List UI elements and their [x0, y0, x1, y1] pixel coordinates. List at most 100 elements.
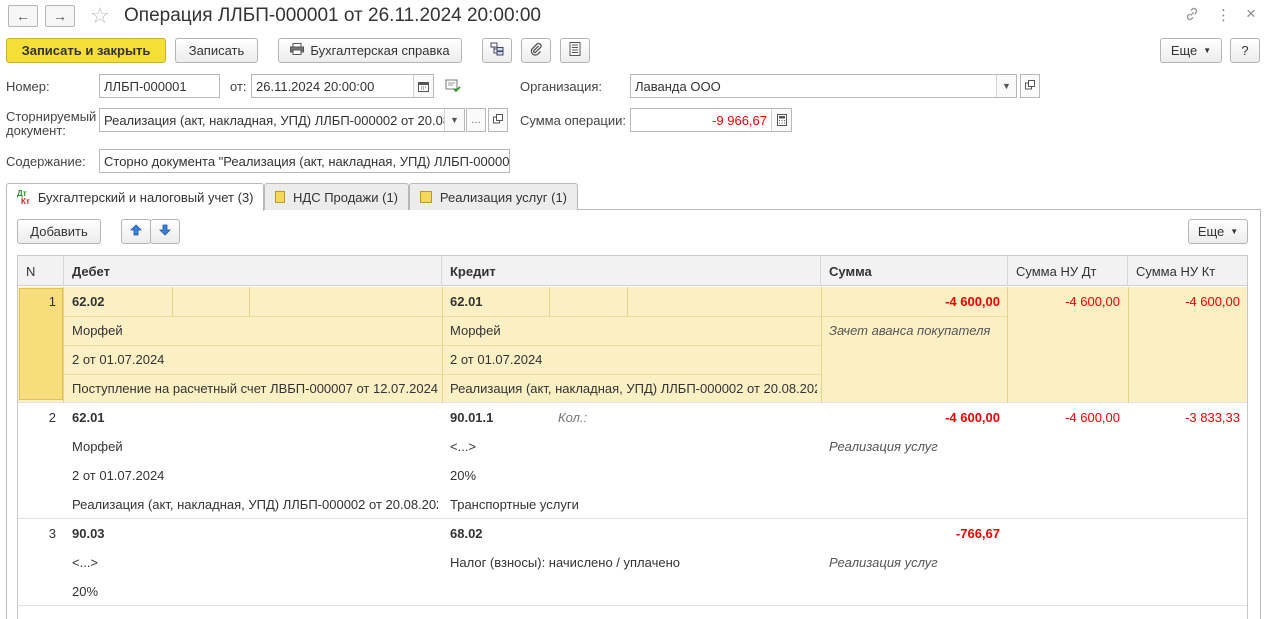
operation-sum-value: -9 966,67 — [712, 112, 767, 128]
back-button[interactable]: ← — [8, 5, 38, 27]
number-field[interactable]: ЛЛБП-000001 — [99, 74, 220, 98]
operation-sum-label: Сумма операции: — [520, 113, 626, 128]
tab-vat-sales-label: НДС Продажи (1) — [293, 189, 398, 205]
move-down-button[interactable] — [150, 219, 180, 244]
credit-subconto-1: <...> — [450, 439, 477, 454]
accounting-report-label: Бухгалтерская справка — [310, 43, 450, 58]
tab-accounting-label: Бухгалтерский и налоговый учет (3) — [37, 190, 254, 205]
open-storno-doc-button[interactable] — [488, 108, 508, 132]
arrow-left-icon: ← — [16, 8, 30, 24]
attachments-button[interactable] — [521, 38, 551, 63]
table-more-label: Еще — [1197, 224, 1225, 239]
storno-doc-label-line2: документ: — [6, 123, 66, 138]
credit-subconto-3: Реализация (акт, накладная, УПД) ЛЛБП-00… — [450, 381, 817, 396]
select-storno-doc-button[interactable]: … — [466, 108, 486, 132]
structure-button[interactable] — [482, 38, 512, 63]
col-debit-header[interactable]: Дебет — [64, 256, 442, 286]
entry-sum: -766,67 — [955, 526, 1000, 541]
debit-account: 62.01 — [72, 410, 105, 425]
link-icon[interactable] — [1184, 6, 1200, 26]
dropdown-arrow-icon[interactable]: ▼ — [444, 109, 464, 131]
credit-subconto-2: 20% — [450, 468, 477, 483]
debit-account: 90.03 — [72, 526, 105, 541]
tab-accounting[interactable]: Дт Кт Бухгалтерский и налоговый учет (3) — [6, 183, 264, 211]
close-icon[interactable]: × — [1246, 4, 1256, 24]
debit-subconto-3: Реализация (акт, накладная, УПД) ЛЛБП-00… — [72, 497, 438, 512]
post-document-icon[interactable] — [445, 79, 461, 96]
add-row-button[interactable]: Добавить — [17, 219, 101, 244]
storno-doc-value: Реализация (акт, накладная, УПД) ЛЛБП-00… — [104, 112, 444, 128]
favorite-star-icon[interactable]: ☆ — [90, 3, 110, 29]
number-label: Номер: — [6, 79, 50, 94]
col-sum-nu-dt-header[interactable]: Сумма НУ Дт — [1008, 256, 1128, 286]
table-row[interactable]: 3 90.03 <...> 20% 68.02 Налог (взносы): … — [18, 519, 1247, 606]
date-value: 26.11.2024 20:00:00 — [256, 78, 375, 94]
organization-field[interactable]: Лаванда ООО ▼ — [630, 74, 1017, 98]
debit-account: 62.02 — [72, 294, 105, 309]
table-header: N Дебет Кредит Сумма Сумма НУ Дт Сумма Н… — [18, 256, 1247, 286]
col-sum-header[interactable]: Сумма — [821, 256, 1008, 286]
page-title: Операция ЛЛБП-000001 от 26.11.2024 20:00… — [124, 5, 541, 26]
table-row[interactable]: 2 62.01 Морфей 2 от 01.07.2024 Реализаци… — [18, 403, 1247, 519]
organization-label: Организация: — [520, 79, 603, 94]
sum-nu-dt: -4 600,00 — [1065, 294, 1120, 309]
more-button[interactable]: Еще ▼ — [1160, 38, 1222, 63]
more-label: Еще — [1170, 43, 1198, 58]
tab-vat-sales[interactable]: НДС Продажи (1) — [264, 183, 409, 210]
open-window-icon — [493, 113, 503, 127]
content-label: Содержание: — [6, 154, 86, 169]
credit-subconto-1: Морфей — [450, 323, 501, 338]
row-number: 1 — [48, 294, 56, 309]
col-sum-nu-kt-header[interactable]: Сумма НУ Кт — [1128, 256, 1247, 286]
operation-sum-field[interactable]: -9 966,67 — [630, 108, 792, 132]
arrow-up-icon — [130, 224, 142, 239]
help-button[interactable]: ? — [1230, 38, 1260, 63]
register-icon — [420, 191, 432, 203]
tab-services-sale[interactable]: Реализация услуг (1) — [409, 183, 578, 210]
debit-subconto-1: Морфей — [72, 323, 123, 338]
table-more-button[interactable]: Еще ▼ — [1188, 219, 1248, 244]
entry-content: Реализация услуг — [829, 555, 938, 570]
organization-value: Лаванда ООО — [635, 78, 721, 94]
row-number: 3 — [48, 526, 56, 541]
list-button[interactable] — [560, 38, 590, 63]
arrow-down-icon — [159, 224, 171, 239]
calendar-icon[interactable] — [413, 75, 433, 97]
content-field[interactable]: Сторно документа "Реализация (акт, накла… — [99, 149, 510, 173]
row-number: 2 — [48, 410, 56, 425]
open-organization-button[interactable] — [1020, 74, 1040, 98]
open-window-icon — [1025, 79, 1035, 93]
debit-subconto-2: 20% — [72, 584, 99, 599]
save-button[interactable]: Записать — [175, 38, 258, 63]
storno-doc-field[interactable]: Реализация (акт, накладная, УПД) ЛЛБП-00… — [99, 108, 465, 132]
credit-account: 68.02 — [450, 526, 483, 541]
accounting-report-button[interactable]: Бухгалтерская справка — [278, 38, 462, 63]
date-label: от: — [230, 79, 247, 94]
sum-nu-kt: -3 833,33 — [1185, 410, 1240, 425]
debit-subconto-2: 2 от 01.07.2024 — [72, 352, 165, 367]
credit-subconto-2: 2 от 01.07.2024 — [450, 352, 543, 367]
debit-subconto-2: 2 от 01.07.2024 — [72, 468, 165, 483]
dropdown-arrow-icon: ▼ — [1203, 46, 1212, 55]
credit-account: 62.01 — [450, 294, 483, 309]
col-n-header[interactable]: N — [18, 256, 64, 286]
move-up-button[interactable] — [121, 219, 151, 244]
number-value: ЛЛБП-000001 — [104, 78, 187, 94]
more-vertical-icon[interactable]: ⋮ — [1216, 6, 1231, 24]
col-credit-header[interactable]: Кредит — [442, 256, 821, 286]
credit-subconto-3: Транспортные услуги — [450, 497, 579, 512]
forward-button[interactable]: → — [45, 5, 75, 27]
calculator-icon[interactable] — [771, 109, 791, 131]
credit-account: 90.01.1 — [450, 410, 494, 425]
printer-icon — [290, 43, 305, 58]
debit-credit-icon: Дт Кт — [17, 188, 30, 206]
entry-content: Зачет аванса покупателя — [829, 323, 991, 338]
dropdown-arrow-icon[interactable]: ▼ — [996, 75, 1016, 97]
table-row[interactable]: 1 62.02 Морфей 2 от 01.07.2024 Поступлен… — [18, 287, 1247, 403]
quantity-label: Кол.: — [558, 410, 588, 425]
content-value: Сторно документа "Реализация (акт, накла… — [104, 153, 509, 169]
arrow-right-icon: → — [53, 8, 67, 24]
tab-services-sale-label: Реализация услуг (1) — [439, 189, 567, 205]
date-field[interactable]: 26.11.2024 20:00:00 — [251, 74, 434, 98]
save-and-close-button[interactable]: Записать и закрыть — [6, 38, 166, 63]
